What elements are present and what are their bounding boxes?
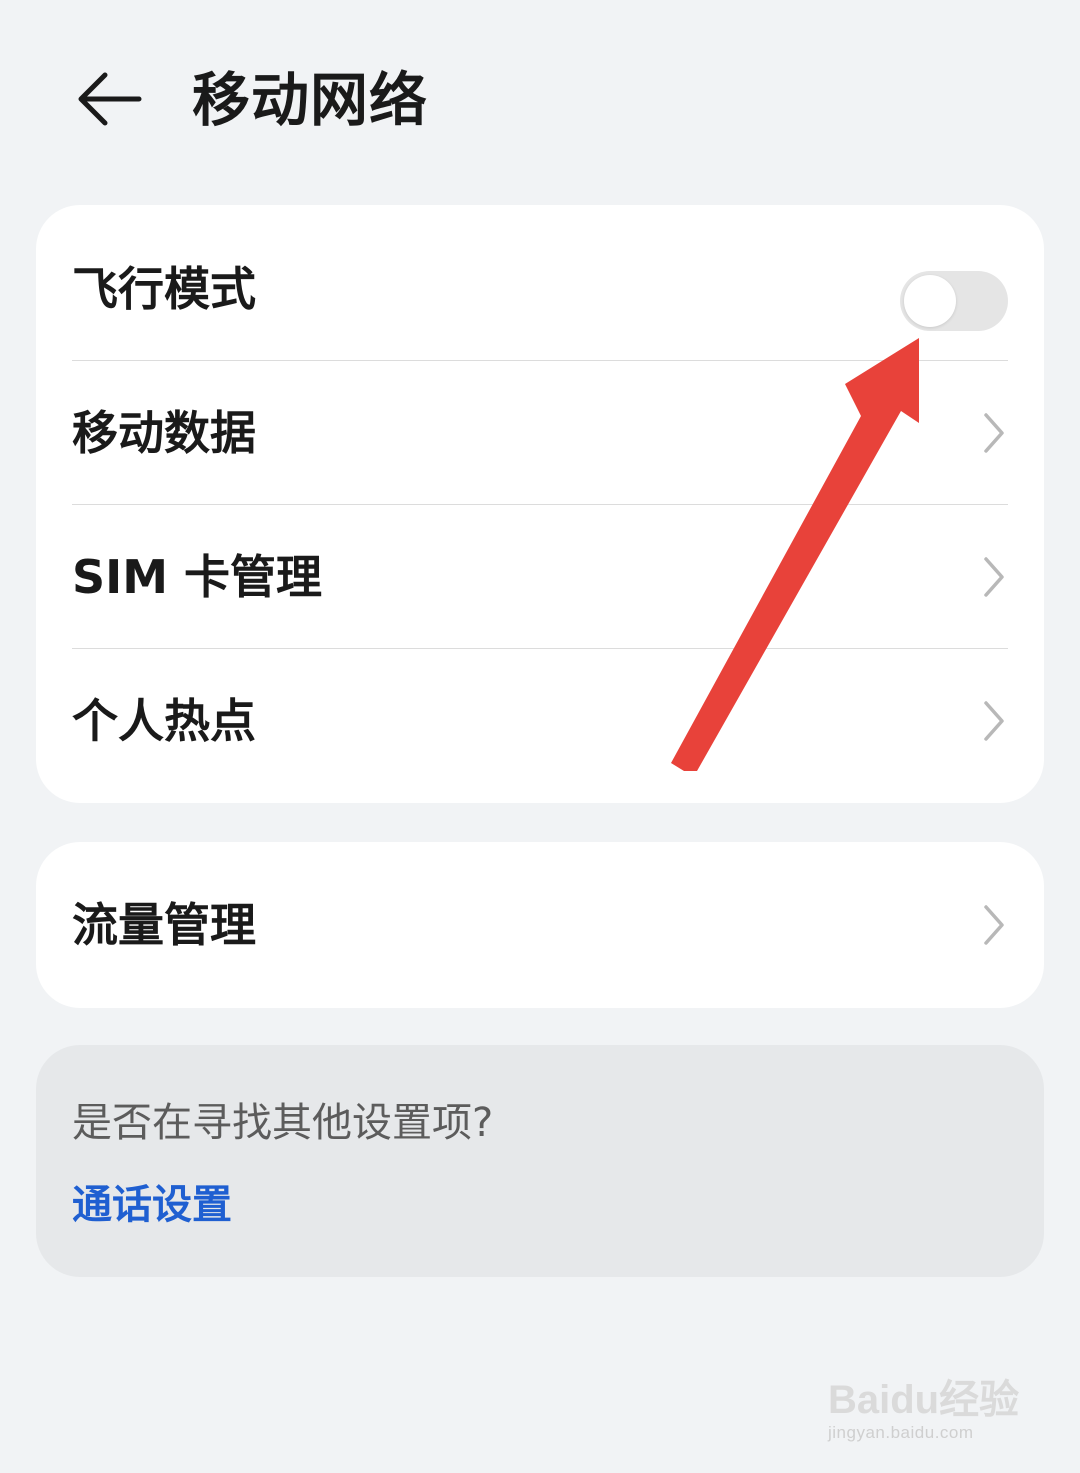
hint-question: 是否在寻找其他设置项? (72, 1100, 494, 1146)
chevron-right-icon (984, 557, 1004, 597)
chevron-right-icon (984, 905, 1004, 945)
sim-card-management-label: SIM 卡管理 (72, 550, 323, 604)
chevron-right-icon (984, 413, 1004, 453)
traffic-management-label: 流量管理 (72, 898, 256, 952)
personal-hotspot-row[interactable]: 个人热点 (36, 649, 1044, 793)
personal-hotspot-label: 个人热点 (72, 694, 256, 748)
page-title: 移动网络 (192, 66, 429, 134)
sim-card-management-row[interactable]: SIM 卡管理 (36, 505, 1044, 649)
traffic-card: 流量管理 (36, 842, 1044, 1008)
watermark: Baidu经验 jingyan.baidu.com (828, 1378, 1019, 1444)
airplane-mode-row[interactable]: 飞行模式 (36, 217, 1044, 361)
mobile-data-label: 移动数据 (72, 406, 256, 460)
mobile-data-row[interactable]: 移动数据 (36, 361, 1044, 505)
watermark-logo: Baidu经验 (828, 1378, 1020, 1422)
watermark-url: jingyan.baidu.com (828, 1423, 974, 1442)
other-settings-hint-card: 是否在寻找其他设置项? 通话设置 (36, 1045, 1044, 1277)
airplane-mode-label: 飞行模式 (72, 262, 256, 316)
call-settings-link[interactable]: 通话设置 (72, 1175, 232, 1235)
toggle-knob (904, 275, 956, 327)
traffic-management-row[interactable]: 流量管理 (36, 853, 1044, 997)
network-settings-card: 飞行模式 移动数据 SIM 卡管理 个人热点 (36, 205, 1044, 803)
airplane-mode-toggle[interactable] (900, 271, 1008, 331)
app-header: 移动网络 (0, 0, 1080, 200)
arrow-left-icon (78, 72, 142, 126)
chevron-right-icon (984, 701, 1004, 741)
back-button[interactable] (70, 66, 146, 132)
